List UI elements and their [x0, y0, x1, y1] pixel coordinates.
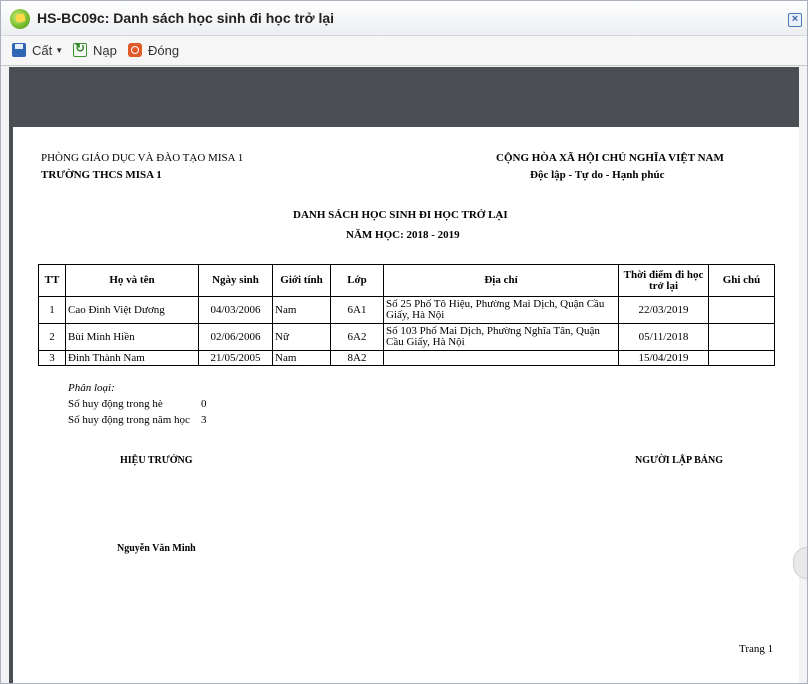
cell-note [708, 323, 775, 351]
column-header-return-date: Thời điểm đi học trở lại [618, 264, 709, 297]
cell-class: 6A2 [330, 323, 384, 351]
table-header-row: TT Họ và tên Ngày sinh Giới tính Lớp Địa… [38, 264, 775, 297]
power-icon [128, 43, 142, 57]
cell-class: 6A1 [330, 296, 384, 324]
column-header-gender: Giới tính [272, 264, 331, 297]
reload-icon [73, 41, 87, 57]
save-icon [12, 43, 26, 57]
cell-address: Số 25 Phố Tô Hiệu, Phường Mai Dịch, Quận… [383, 296, 619, 324]
cell-dob: 04/03/2006 [198, 296, 273, 324]
summary-year-value: 3 [201, 414, 207, 426]
column-header-class: Lớp [330, 264, 384, 297]
cell-address: Số 103 Phố Mai Dịch, Phường Nghĩa Tân, Q… [383, 323, 619, 351]
cell-return-date: 22/03/2019 [618, 296, 709, 324]
close-icon: × [791, 13, 799, 25]
signature-right-title: NGƯỜI LẬP BẢNG [635, 455, 723, 466]
chevron-down-icon[interactable]: ▼ [55, 46, 63, 55]
cell-note [708, 350, 775, 366]
summary-year-label: Số huy động trong năm học [68, 414, 190, 426]
cell-address [383, 350, 619, 366]
table-row: 2 Bùi Minh Hiền 02/06/2006 Nữ 6A2 Số 103… [38, 323, 775, 351]
org-left-line1: PHÒNG GIÁO DỤC VÀ ĐÀO TẠO MISA 1 [41, 152, 244, 164]
student-table: TT Họ và tên Ngày sinh Giới tính Lớp Địa… [38, 264, 775, 366]
column-header-address: Địa chỉ [383, 264, 619, 297]
column-header-name: Họ và tên [65, 264, 199, 297]
org-right-line2: Độc lập - Tự do - Hạnh phúc [530, 169, 665, 181]
cell-tt: 3 [38, 350, 66, 366]
close-button-label: Đóng [148, 42, 180, 58]
report-window: HS-BC09c: Danh sách học sinh đi học trở … [0, 0, 808, 684]
title-bar: HS-BC09c: Danh sách học sinh đi học trở … [1, 1, 807, 36]
summary-heading: Phân loại: [68, 382, 115, 394]
window-title: HS-BC09c: Danh sách học sinh đi học trở … [37, 10, 335, 26]
org-right-line1: CỘNG HÒA XÃ HỘI CHỦ NGHĨA VIỆT NAM [496, 152, 724, 164]
toolbar: Cất ▼ Nạp Đóng [1, 36, 807, 66]
cell-name: Bùi Minh Hiền [65, 323, 199, 351]
close-button[interactable]: Đóng [128, 41, 179, 59]
summary-summer-label: Số huy động trong hè [68, 398, 163, 410]
column-header-tt: TT [38, 264, 66, 297]
signature-left-name: Nguyễn Văn Minh [117, 543, 196, 554]
org-left-line2: TRƯỜNG THCS MISA 1 [41, 169, 162, 181]
cell-gender: Nam [272, 350, 331, 366]
signature-left-title: HIỆU TRƯỞNG [120, 455, 193, 466]
summary-summer-value: 0 [201, 398, 207, 410]
report-title: DANH SÁCH HỌC SINH ĐI HỌC TRỞ LẠI [293, 209, 508, 221]
cell-name: Cao Đình Việt Dương [65, 296, 199, 324]
cell-class: 8A2 [330, 350, 384, 366]
column-header-note: Ghi chú [708, 264, 775, 297]
table-row: 1 Cao Đình Việt Dương 04/03/2006 Nam 6A1… [38, 296, 775, 324]
close-window-button[interactable]: × [788, 13, 802, 27]
cell-return-date: 15/04/2019 [618, 350, 709, 366]
save-button[interactable]: Cất ▼ [12, 41, 63, 59]
cell-gender: Nam [272, 296, 331, 324]
column-header-dob: Ngày sinh [198, 264, 273, 297]
page-number: Trang 1 [739, 643, 774, 655]
save-button-label: Cất [32, 42, 53, 58]
school-year: NĂM HỌC: 2018 - 2019 [346, 229, 460, 241]
cell-tt: 2 [38, 323, 66, 351]
cell-dob: 02/06/2006 [198, 323, 273, 351]
cell-name: Đinh Thành Nam [65, 350, 199, 366]
cell-dob: 21/05/2005 [198, 350, 273, 366]
app-logo-icon [10, 9, 30, 29]
cell-gender: Nữ [272, 323, 331, 351]
cell-tt: 1 [38, 296, 66, 324]
reload-button-label: Nạp [93, 42, 117, 58]
report-page: PHÒNG GIÁO DỤC VÀ ĐÀO TẠO MISA 1 TRƯỜNG … [13, 127, 799, 683]
cell-note [708, 296, 775, 324]
table-row: 3 Đinh Thành Nam 21/05/2005 Nam 8A2 15/0… [38, 350, 775, 366]
cell-return-date: 05/11/2018 [618, 323, 709, 351]
reload-button[interactable]: Nạp [73, 41, 117, 59]
